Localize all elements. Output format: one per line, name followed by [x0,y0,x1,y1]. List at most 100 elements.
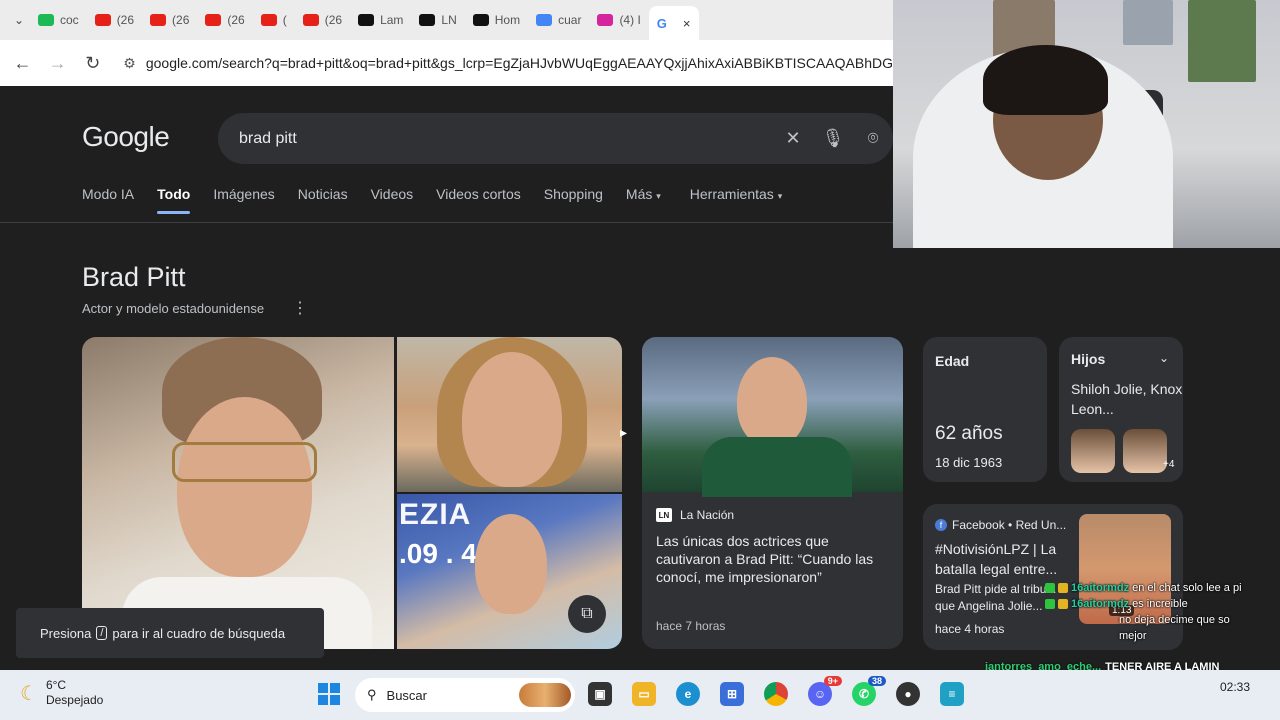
browser-tab[interactable]: (26 [142,5,197,35]
edge-icon[interactable]: e [676,682,700,706]
browser-tab[interactable]: (26 [197,5,252,35]
browser-tab[interactable]: cuar [528,5,589,35]
reload-icon[interactable]: ↻ [82,53,103,74]
tab-favicon-icon [536,14,553,26]
google-favicon-icon: G [656,15,667,31]
children-card[interactable]: Hijos ⌄ Shiloh Jolie, Knox Leon... +4 [1059,337,1183,482]
badge-icon [1045,599,1055,609]
chat-text: no deja decime que so [1119,614,1230,626]
file-explorer-icon[interactable]: ▭ [632,682,656,706]
shortcut-toast: Presiona / para ir al cuadro de búsqueda [16,608,324,658]
glasses-shape [172,442,317,482]
screen: ⌄ coc (26 (26 (26((26 Lam LN Hom cuar (4) I G × … [0,0,1280,720]
chat-text: en el chat solo lee a pi [1132,582,1242,594]
google-logo[interactable]: Google [82,121,170,153]
back-icon[interactable]: ← [12,53,33,74]
store-icon[interactable]: ⊞ [720,682,744,706]
face-shape [177,397,312,577]
discord-badge: 9+ [823,676,842,686]
moon-icon: ☾ [20,682,38,705]
discord-icon[interactable]: ☺ 9+ [808,676,842,706]
chat-message: 16aitormdz en el chat solo lee a pi [1045,580,1280,596]
fb-source-name: Facebook • Red Un... [952,518,1067,532]
browser-tab[interactable]: (26 [295,5,350,35]
lens-icon[interactable]: ⌾ [853,128,893,149]
task-view-icon[interactable]: ▣ [588,682,612,706]
child-thumb-2[interactable] [1123,429,1167,473]
chevron-down-icon[interactable]: ⌄ [1159,351,1169,365]
windows-taskbar: ☾ 6°C Despejado ⚲ Buscar ▣ ▭ e ⊞ ☺ 9+ ✆ 38… [0,670,1280,720]
tab-label: (26 [227,13,245,27]
news-time: hace 7 horas [656,619,726,633]
browser-tab[interactable]: (4) I [589,5,648,35]
entity-image-2[interactable] [397,337,622,492]
tab-google-active[interactable]: G × [648,6,699,40]
tab-noticias[interactable]: Noticias [298,186,348,214]
fb-time: hace 4 horas [935,622,1005,636]
fb-headline[interactable]: #NotivisiónLPZ | La batalla legal entre.… [935,539,1075,579]
badge-icon [1058,599,1068,609]
child-thumb-1[interactable] [1071,429,1115,473]
chrome-icon[interactable] [764,682,788,706]
tab-videos[interactable]: Videos [371,186,414,214]
start-button[interactable] [318,683,340,705]
system-clock[interactable]: 02:33 [1220,680,1250,695]
browser-tab[interactable]: Lam [350,5,411,35]
search-box[interactable]: brad pitt ✕ 🎙 ⌾ [218,113,893,164]
image-search-icon[interactable]: ⧉ [568,595,606,633]
tab-list-chevron-icon[interactable]: ⌄ [8,13,30,27]
tab-favicon-icon [597,14,614,26]
tab-modo-ia[interactable]: Modo IA [82,186,134,214]
news-headline[interactable]: Las únicas dos actrices que cautivaron a… [656,532,892,586]
entity-image-3[interactable]: EZIA .09 . 4 ⧉ [397,494,622,649]
entity-image-main[interactable] [82,337,394,649]
tab-imagenes[interactable]: Imágenes [213,186,274,214]
face-shape [475,514,547,614]
caret-down-icon: ▾ [656,191,661,201]
age-label: Edad [935,353,970,369]
browser-tab[interactable]: (26 [87,5,142,35]
streamer-hair [983,45,1108,115]
tab-mas[interactable]: Más ▾ [626,186,661,214]
poster-2 [1123,0,1173,45]
browser-tab[interactable]: LN [411,5,464,35]
caret-down-icon: ▾ [777,191,783,201]
tab-favicon-icon [150,14,167,26]
whatsapp-icon[interactable]: ✆ 38 [852,676,886,706]
close-tab-icon[interactable]: × [683,16,691,31]
news-card[interactable]: LN La Nación Las únicas dos actrices que… [642,337,903,649]
search-input[interactable]: brad pitt [239,130,773,148]
weather-widget[interactable]: ☾ 6°C Despejado [20,678,103,708]
tab-todo[interactable]: Todo [157,186,191,214]
site-info-icon[interactable]: ⚙ [123,55,136,72]
tab-label: ( [282,13,287,27]
tab-videos-cortos[interactable]: Videos cortos [436,186,521,214]
browser-tab[interactable]: coc [30,5,87,35]
url-field[interactable]: ⚙ google.com/search?q=brad+pitt&oq=brad+… [123,55,893,72]
tab-label: (26 [172,13,190,27]
tab-herramientas[interactable]: Herramientas ▾ [690,186,782,214]
chat-message: mejor [1045,628,1280,644]
search-tabs: Modo IA Todo Imágenes Noticias Videos Vi… [82,186,782,214]
chat-message: 16aitormdz es increible [1045,596,1280,612]
notepad-icon[interactable]: ≡ [940,682,964,706]
mic-icon[interactable]: 🎙 [813,128,853,149]
obs-icon[interactable]: ● [896,682,920,706]
browser-tab[interactable]: Hom [465,5,528,35]
mouse-cursor-icon: ▸ [620,424,628,440]
taskbar-search[interactable]: ⚲ Buscar [355,678,575,712]
tab-label: (26 [116,13,135,27]
tab-label: Lam [380,13,404,27]
age-card[interactable]: Edad 62 años 18 dic 1963 [923,337,1047,482]
chat-user: 16aitormdz [1071,598,1130,610]
search-highlight-image [519,683,571,707]
tab-favicon-icon [419,14,436,26]
clear-icon[interactable]: ✕ [773,128,813,149]
more-options-icon[interactable]: ⋮ [292,298,308,318]
browser-tab[interactable]: ( [253,5,295,35]
news-photo [642,337,903,497]
tab-label: (4) I [619,13,641,27]
children-more-count: +4 [1163,459,1175,470]
forward-icon[interactable]: → [47,53,68,74]
tab-shopping[interactable]: Shopping [544,186,603,214]
